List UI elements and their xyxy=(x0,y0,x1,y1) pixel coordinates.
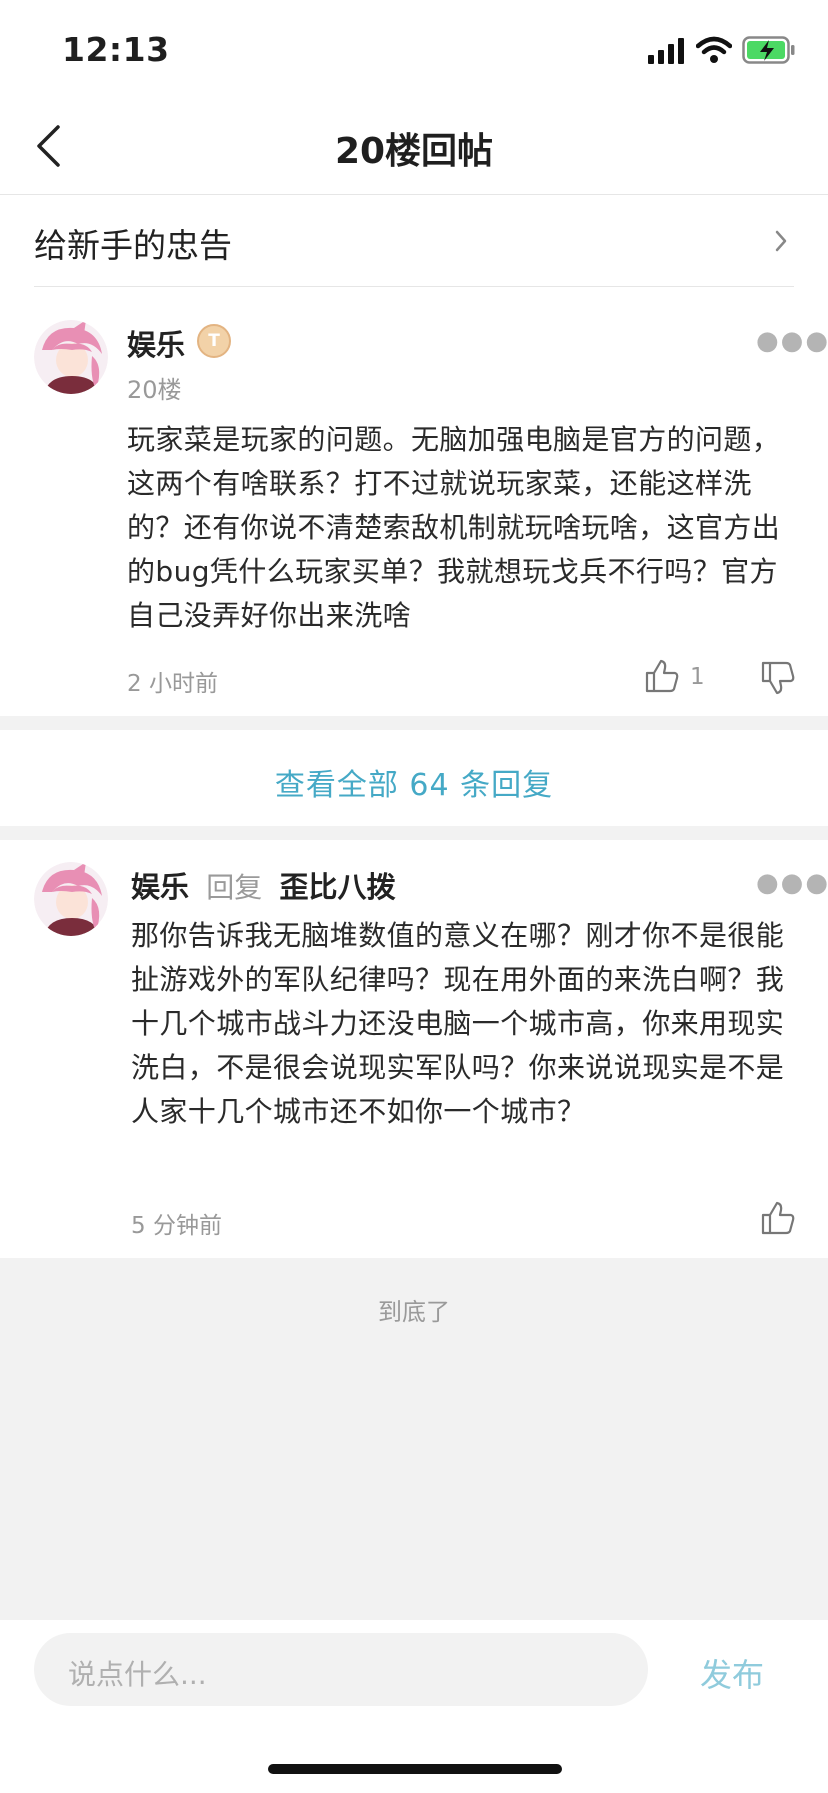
reply-time: 5 分钟前 xyxy=(131,1213,222,1239)
post-author[interactable]: 娱乐 xyxy=(127,322,185,364)
thread-divider xyxy=(34,286,794,287)
chevron-right-icon xyxy=(775,230,787,252)
thumbs-down-icon[interactable] xyxy=(760,660,796,696)
post-floor: 20楼 xyxy=(127,376,182,404)
level-badge-icon: T xyxy=(197,324,231,358)
end-of-list-text: 到底了 xyxy=(378,1298,450,1326)
home-indicator xyxy=(268,1764,562,1774)
reply-author[interactable]: 娱乐 xyxy=(131,870,189,904)
signal-icon xyxy=(648,38,684,64)
reply-header: 娱乐 回复 歪比八拨 xyxy=(131,864,395,906)
battery-charging-icon xyxy=(742,36,795,64)
post-time: 2 小时前 xyxy=(127,671,218,697)
reply-avatar[interactable] xyxy=(34,862,108,936)
reply-input-placeholder: 说点什么... xyxy=(68,1658,207,1691)
reply-more-dots-icon[interactable]: ●●● xyxy=(756,868,828,898)
reply-content: 那你告诉我无脑堆数值的意义在哪？刚才你不是很能扯游戏外的军队纪律吗？现在用外面的… xyxy=(131,919,785,1128)
thumbs-up-icon[interactable] xyxy=(644,658,680,694)
like-count: 1 xyxy=(690,664,705,690)
reply-target[interactable]: 歪比八拨 xyxy=(279,870,395,904)
reply-thumbs-up-icon[interactable] xyxy=(760,1200,796,1236)
wifi-icon xyxy=(696,36,732,63)
view-all-replies-link[interactable]: 查看全部 64 条回复 xyxy=(0,760,828,804)
status-time: 12:13 xyxy=(62,30,170,69)
publish-button[interactable]: 发布 xyxy=(700,1650,764,1696)
avatar[interactable] xyxy=(34,320,108,394)
reply-word: 回复 xyxy=(206,871,263,904)
page-title: 20楼回帖 xyxy=(334,131,494,172)
nav-divider xyxy=(0,194,828,195)
thread-title: 给新手的忠告 xyxy=(34,226,232,265)
more-dots-icon[interactable]: ●●● xyxy=(756,326,828,356)
post-content: 玩家菜是玩家的问题。无脑加强电脑是官方的问题，这两个有啥联系？打不过就说玩家菜，… xyxy=(127,423,781,632)
